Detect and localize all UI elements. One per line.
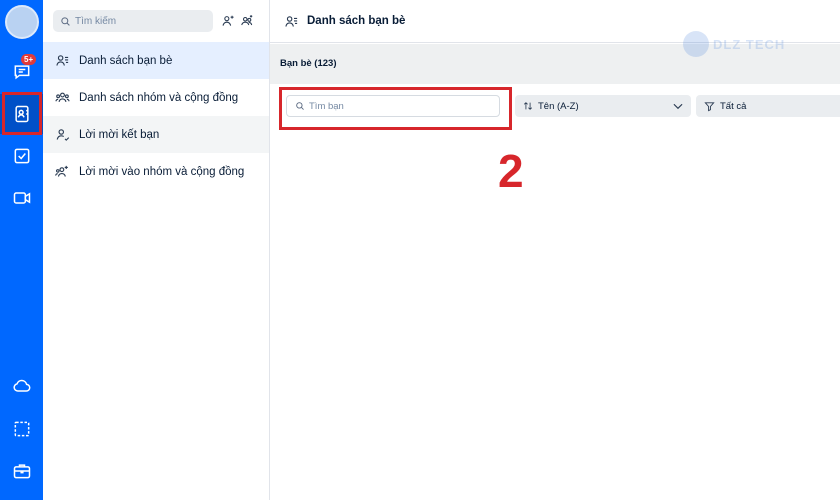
menu-item-label: Lời mời vào nhóm và cộng đồng [79,165,245,178]
sort-dropdown[interactable]: Tên (A-Z) [515,95,691,117]
friends-count: Bạn bè (123) [280,58,337,69]
zalo-app-window: 5+ 1 [0,0,840,500]
search-icon [61,16,70,26]
nav-rail: 5+ [0,0,43,500]
friend-list-icon [56,55,69,66]
contacts-menu: Danh sách bạn bè Danh sách nhóm và cộng … [43,42,269,190]
messages-badge: 5+ [21,54,37,65]
sort-label: Tên (A-Z) [538,100,579,112]
rail-video-button[interactable] [0,178,43,218]
group-invite-icon [55,165,68,177]
watermark-logo-icon [683,31,709,57]
group-icon [55,92,70,103]
screenshot-icon [14,421,29,437]
watermark: DLZ TECH [683,27,797,61]
chat-icon [14,65,29,80]
rail-cloud-button[interactable] [0,366,43,406]
annotation-box-1 [2,92,42,135]
page-title: Danh sách bạn bè [307,15,406,27]
menu-item-group-list[interactable]: Danh sách nhóm và cộng đồng [43,79,269,116]
chevron-down-icon [673,103,683,110]
main-panel: Danh sách bạn bè Bạn bè (123) Tên (A-Z) … [270,0,840,500]
friend-list-icon [285,15,298,27]
sidebar-search[interactable] [53,10,213,32]
menu-item-group-invites[interactable]: Lời mời vào nhóm và cộng đồng [43,153,269,190]
watermark-text: DLZ TECH [713,36,786,52]
rail-toolbox-button[interactable] [0,451,43,491]
cloud-icon [12,379,30,392]
menu-item-friend-requests[interactable]: Lời mời kết bạn [43,116,269,153]
avatar[interactable] [5,5,39,39]
sort-icon [523,102,533,110]
video-icon [13,192,30,204]
rail-todo-button[interactable] [0,136,43,176]
annotation-step-2: 2 [498,145,524,197]
menu-item-label: Lời mời kết bạn [79,128,160,141]
annotation-box-2 [279,87,512,130]
friends-content: Bạn bè (123) Tên (A-Z) Tất cả 2 [270,44,840,500]
menu-item-friend-list[interactable]: Danh sách bạn bè [43,42,269,79]
contacts-sidebar: Danh sách bạn bè Danh sách nhóm và cộng … [43,0,270,500]
menu-item-label: Danh sách bạn bè [79,54,173,67]
filter-dropdown[interactable]: Tất cả [696,95,840,117]
add-friend-button[interactable] [218,11,238,31]
rail-screenshot-button[interactable] [0,409,43,449]
add-friend-icon [222,15,234,26]
menu-item-label: Danh sách nhóm và cộng đồng [79,91,239,104]
filter-icon [704,101,715,111]
create-group-button[interactable] [237,11,257,31]
toolbox-icon [13,464,30,479]
filter-label: Tất cả [720,100,747,112]
friend-request-icon [56,129,70,141]
search-input[interactable] [75,15,205,27]
create-group-icon [241,15,253,26]
todo-icon [14,148,29,164]
rail-messages-button[interactable]: 5+ [0,52,43,92]
